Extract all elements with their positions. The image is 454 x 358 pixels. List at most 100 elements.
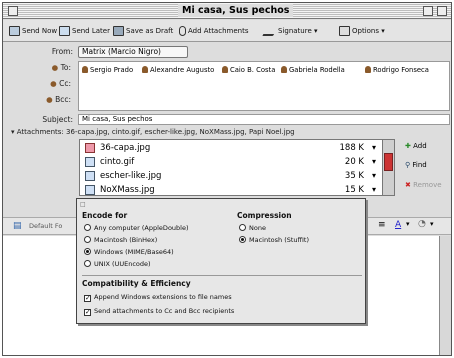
recipient-chip[interactable]: Caio B. Costa xyxy=(222,66,275,74)
image-file-icon xyxy=(85,185,95,195)
file-list-scrollbar[interactable] xyxy=(382,140,394,195)
add-attachment-button[interactable]: ✚ Add xyxy=(405,142,427,150)
attachment-options-panel: □ Encode for Any computer (AppleDouble) … xyxy=(76,198,366,324)
options-button[interactable]: Options ▾ xyxy=(339,24,385,38)
radio-button-selected[interactable] xyxy=(239,236,246,243)
send-icon xyxy=(9,26,20,36)
disclosure-triangle-icon[interactable]: ▾ xyxy=(11,128,15,136)
from-label: From: xyxy=(51,47,73,56)
file-row[interactable]: 36-capa.jpg 188 K ▾ xyxy=(80,141,380,155)
person-icon xyxy=(365,66,371,73)
attachment-file-list[interactable]: 36-capa.jpg 188 K ▾ cinto.gif 20 K ▾ esc… xyxy=(79,139,395,196)
person-icon: ● xyxy=(51,63,59,72)
add-attachments-button[interactable]: Add Attachments xyxy=(179,24,248,38)
font-menu[interactable]: Default Fo xyxy=(29,222,62,230)
options-icon xyxy=(339,26,350,36)
save-draft-button[interactable]: Save as Draft xyxy=(113,24,173,38)
body-scrollbar[interactable] xyxy=(439,236,451,355)
encode-option-mime[interactable]: Windows (MIME/Base64) xyxy=(84,248,174,256)
options-label: Options xyxy=(352,27,380,35)
option-label: Any computer (AppleDouble) xyxy=(94,224,189,232)
recipient-name: Caio B. Costa xyxy=(230,66,276,74)
signature-button[interactable]: Signature ▾ xyxy=(262,24,318,38)
person-icon: ● xyxy=(46,95,53,104)
option-label: Windows (MIME/Base64) xyxy=(94,248,174,256)
image-file-icon xyxy=(85,157,95,167)
add-label: Add xyxy=(413,142,427,150)
close-box[interactable] xyxy=(8,6,18,16)
append-extensions-option[interactable]: ✓ Append Windows extensions to file names xyxy=(84,293,232,302)
encode-option-uuencode[interactable]: UNIX (UUEncode) xyxy=(84,260,151,268)
title-bar[interactable]: Mi casa, Sus pechos xyxy=(3,3,451,19)
person-icon xyxy=(142,66,148,73)
clock-send-icon xyxy=(59,26,70,36)
compression-heading: Compression xyxy=(237,211,292,220)
file-row[interactable]: NoXMass.jpg 15 K ▾ xyxy=(80,183,380,197)
send-later-button[interactable]: Send Later xyxy=(59,24,110,38)
to-label-text: To: xyxy=(60,63,71,72)
panel-corner-icon: □ xyxy=(80,201,86,208)
add-attachments-label: Add Attachments xyxy=(188,27,249,35)
bcc-label: ● Bcc: xyxy=(31,95,71,104)
send-cc-bcc-option[interactable]: ✓ Send attachments to Cc and Bcc recipien… xyxy=(84,307,234,316)
chevron-down-icon: ▾ xyxy=(371,185,376,194)
person-icon xyxy=(281,66,287,73)
checkbox-checked[interactable]: ✓ xyxy=(84,309,91,316)
cc-label-text: Cc: xyxy=(59,79,71,88)
encode-option-binhex[interactable]: Macintosh (BinHex) xyxy=(84,236,157,244)
bcc-label-text: Bcc: xyxy=(55,95,71,104)
recipient-chip[interactable]: Rodrigo Fonseca xyxy=(365,66,429,74)
person-icon xyxy=(82,66,88,73)
find-attachment-button[interactable]: ⚲ Find xyxy=(405,161,427,169)
chevron-down-icon[interactable]: ▾ xyxy=(406,220,410,228)
attachments-summary[interactable]: ▾ Attachments: 36-capa.jpg, cinto.gif, e… xyxy=(11,128,295,136)
radio-button[interactable] xyxy=(239,224,246,231)
radio-button-selected[interactable] xyxy=(84,248,91,255)
add-icon: ✚ xyxy=(405,142,411,150)
compression-option-none[interactable]: None xyxy=(239,224,266,232)
attachments-label: Attachments: xyxy=(16,128,64,136)
file-row[interactable]: escher-like.jpg 35 K ▾ xyxy=(80,169,380,183)
find-label: Find xyxy=(412,161,427,169)
zoom-box[interactable] xyxy=(423,6,433,16)
recipient-chip[interactable]: Gabriela Rodella xyxy=(281,66,345,74)
highlight-icon[interactable]: ◔ xyxy=(418,219,426,229)
subject-label: Subject: xyxy=(42,115,73,124)
remove-attachment-button[interactable]: ✖ Remove xyxy=(405,181,442,189)
subject-field[interactable]: Mi casa, Sus pechos xyxy=(78,114,450,125)
encode-for-heading: Encode for xyxy=(82,211,128,220)
attachments-list: 36-capa.jpg, cinto.gif, escher-like.jpg,… xyxy=(66,128,295,136)
scroll-thumb[interactable] xyxy=(384,153,393,171)
from-popup[interactable]: Matrix (Marcio Nigro) xyxy=(78,46,188,58)
file-name: escher-like.jpg xyxy=(100,171,162,181)
radio-button[interactable] xyxy=(84,260,91,267)
send-now-button[interactable]: Send Now xyxy=(9,24,57,38)
send-later-label: Send Later xyxy=(72,27,110,35)
recipient-name: Sergio Prado xyxy=(90,66,134,74)
chevron-down-icon: ▾ xyxy=(371,157,376,166)
chevron-down-icon[interactable]: ▾ xyxy=(430,220,434,228)
collapse-box[interactable] xyxy=(437,6,447,16)
pen-icon xyxy=(262,26,279,36)
file-size: 188 K xyxy=(339,143,365,153)
compat-heading: Compatibility & Efficiency xyxy=(82,279,191,288)
window-title: Mi casa, Sus pechos xyxy=(178,4,294,17)
recipient-field[interactable]: Sergio Prado Alexandre Augusto Caio B. C… xyxy=(78,61,450,111)
recipient-name: Alexandre Augusto xyxy=(150,66,215,74)
divider xyxy=(82,275,362,276)
chevron-down-icon: ▾ xyxy=(371,171,376,180)
file-row[interactable]: cinto.gif 20 K ▾ xyxy=(80,155,380,169)
save-icon xyxy=(113,26,124,36)
text-color-icon[interactable]: A xyxy=(395,220,401,230)
file-size: 35 K xyxy=(344,171,364,181)
encode-option-appledouble[interactable]: Any computer (AppleDouble) xyxy=(84,224,189,232)
recipient-chip[interactable]: Sergio Prado xyxy=(82,66,133,74)
recipient-chip[interactable]: Alexandre Augusto xyxy=(142,66,214,74)
checkbox-checked[interactable]: ✓ xyxy=(84,295,91,302)
align-icon[interactable]: ≡ xyxy=(378,220,386,230)
recipient-name: Gabriela Rodella xyxy=(289,66,345,74)
radio-button[interactable] xyxy=(84,224,91,231)
radio-button[interactable] xyxy=(84,236,91,243)
chevron-down-icon: ▾ xyxy=(371,143,376,152)
compression-option-stuffit[interactable]: Macintosh (StuffIt) xyxy=(239,236,309,244)
